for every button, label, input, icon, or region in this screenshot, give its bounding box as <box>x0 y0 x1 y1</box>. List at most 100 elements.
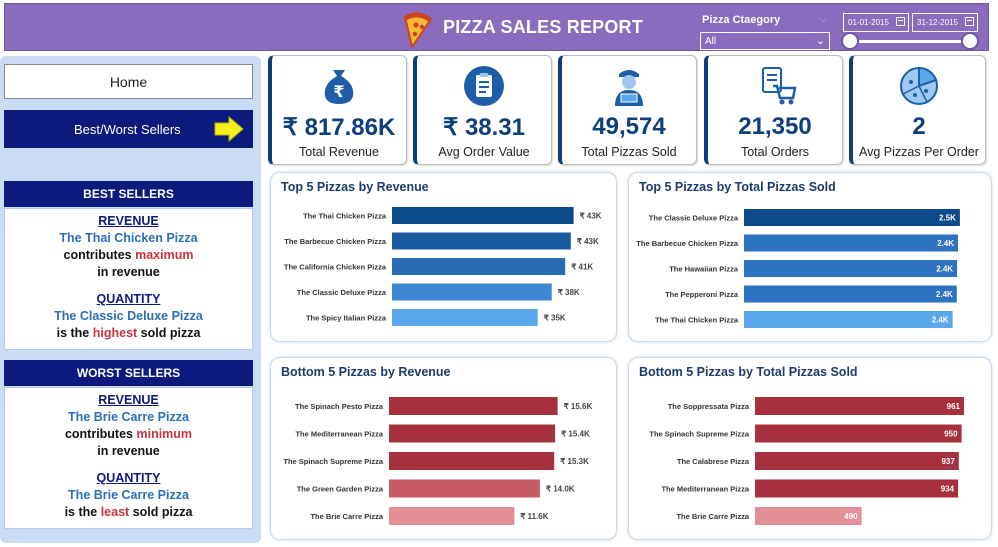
date-from-value: 01-01-2015 <box>848 18 889 27</box>
kpi-total-orders-label: Total Orders <box>740 145 810 159</box>
worst-quantity-highlight: least <box>100 505 130 519</box>
category-label: The Mediterranean Pizza <box>295 430 383 439</box>
best-worst-sellers-button[interactable]: Best/Worst Sellers <box>4 110 253 148</box>
data-label: ₹ 15.6K <box>564 402 593 411</box>
bar[interactable] <box>389 452 555 470</box>
report-header: PIZZA SALES REPORT Pizza Ctaegory ⌵ All … <box>4 3 989 51</box>
data-label: 2.4K <box>932 316 949 325</box>
data-label: ₹ 15.4K <box>561 430 590 439</box>
category-label: The Thai Chicken Pizza <box>655 316 739 325</box>
best-revenue-title: REVENUE <box>98 214 159 228</box>
bar[interactable] <box>744 209 960 226</box>
best-sellers-panel: REVENUE The Thai Chicken Pizza contribut… <box>4 208 253 350</box>
category-label: The Calabrese Pizza <box>677 457 750 466</box>
report-title: PIZZA SALES REPORT <box>443 17 643 37</box>
bar[interactable] <box>744 260 958 277</box>
worst-quantity-title: QUANTITY <box>96 471 161 485</box>
calendar-icon[interactable] <box>896 17 905 26</box>
rupee-bag-icon: ₹ <box>324 70 354 104</box>
category-label: The Classic Deluxe Pizza <box>297 288 387 297</box>
bar[interactable] <box>755 397 964 415</box>
category-filter-value: All <box>705 36 717 47</box>
bar[interactable] <box>392 258 566 275</box>
date-range-start-handle[interactable] <box>841 32 859 50</box>
kpi-total-revenue: ₹ ₹ 817.86K Total Revenue <box>268 55 407 165</box>
bar[interactable] <box>744 285 957 303</box>
chart-top5-revenue: Top 5 Pizzas by Revenue The Thai Chicken… <box>270 172 617 342</box>
category-label: The Brie Carre Pizza <box>676 512 749 521</box>
category-filter-label: Pizza Ctaegory <box>702 14 781 26</box>
bar[interactable] <box>389 507 515 525</box>
bar[interactable] <box>755 479 959 498</box>
home-button[interactable]: Home <box>4 64 253 99</box>
category-filter-select[interactable]: All ⌄ <box>700 32 830 50</box>
date-from-field[interactable]: 01-01-2015 <box>843 13 909 32</box>
best-sellers-heading: BEST SELLERS <box>4 181 253 207</box>
bar[interactable] <box>744 234 958 252</box>
bar[interactable] <box>392 232 571 250</box>
worst-sellers-panel: REVENUE The Brie Carre Pizza contributes… <box>4 387 253 529</box>
data-label: ₹ 43K <box>577 237 599 246</box>
worst-revenue-suffix: in revenue <box>97 444 160 458</box>
category-label: The Thai Chicken Pizza <box>303 212 387 221</box>
data-label: ₹ 41K <box>571 263 593 272</box>
category-label: The Green Garden Pizza <box>297 485 384 494</box>
svg-text:₹: ₹ <box>333 82 344 101</box>
worst-quantity-suffix: sold pizza <box>132 505 193 519</box>
clipboard-icon <box>464 66 504 106</box>
data-label: 2.4K <box>936 290 953 299</box>
best-worst-sellers-label: Best/Worst Sellers <box>74 122 181 137</box>
bar[interactable] <box>744 311 953 328</box>
arrow-right-icon <box>214 115 244 143</box>
bar[interactable] <box>755 424 962 443</box>
kpi-avg-pizzas-per-order-label: Avg Pizzas Per Order <box>859 145 979 159</box>
data-label: 2.4K <box>936 265 953 274</box>
bar[interactable] <box>389 479 540 498</box>
data-label: ₹ 38K <box>558 288 580 297</box>
best-revenue-suffix: in revenue <box>97 265 160 279</box>
filter-collapse-icon[interactable]: ⌵ <box>819 14 827 25</box>
bar[interactable] <box>392 309 538 326</box>
bar-chart-svg: The Classic Deluxe Pizza 2.5K The Barbecue… <box>636 209 960 328</box>
data-label: ₹ 15.3K <box>560 457 589 466</box>
worst-revenue-text: contributes <box>64 427 133 441</box>
kpi-avg-order-value: ₹ 38.31 Avg Order Value <box>413 55 552 165</box>
bar-chart-svg: The Soppressata Pizza 961 The Spinach Supr… <box>649 397 964 525</box>
data-label: ₹ 11.6K <box>520 512 548 521</box>
shopping-cart-icon <box>762 67 797 105</box>
data-label: 934 <box>941 485 955 494</box>
data-label: ₹ 14.0K <box>546 485 575 494</box>
best-revenue-highlight: maximum <box>135 248 194 262</box>
category-label: The Classic Deluxe Pizza <box>649 214 739 223</box>
category-label: The Spinach Supreme Pizza <box>649 430 749 439</box>
kpi-total-pizzas-sold-label: Total Pizzas Sold <box>581 145 677 159</box>
pizza-slice-icon <box>900 66 938 105</box>
kpi-avg-order-value-value: ₹ 38.31 <box>443 114 525 141</box>
bar[interactable] <box>755 452 959 470</box>
category-label: The Spinach Pesto Pizza <box>295 402 384 411</box>
calendar-icon[interactable] <box>965 17 974 26</box>
bar-chart-svg: The Thai Chicken Pizza ₹ 43K The Barbecue … <box>284 207 602 326</box>
category-label: The Barbecue Chicken Pizza <box>284 237 387 246</box>
delivery-person-icon <box>615 70 643 106</box>
bar[interactable] <box>392 283 552 301</box>
data-label: 937 <box>941 457 955 466</box>
chevron-down-icon: ⌄ <box>815 35 825 47</box>
date-to-field[interactable]: 31-12-2015 <box>912 13 978 32</box>
data-label: ₹ 43K <box>580 212 602 221</box>
category-label: The Mediterranean Pizza <box>661 485 749 494</box>
chart-bottom5-quantity: Bottom 5 Pizzas by Total Pizzas Sold The… <box>628 357 992 540</box>
category-label: The Hawaiian Pizza <box>669 265 739 274</box>
bar[interactable] <box>389 424 556 443</box>
date-range-slider-track[interactable] <box>851 40 971 43</box>
bar[interactable] <box>392 207 574 224</box>
category-label: The Spinach Supreme Pizza <box>283 457 383 466</box>
date-range-end-handle[interactable] <box>961 32 979 50</box>
worst-quantity-pizza: The Brie Carre Pizza <box>68 488 189 502</box>
bar[interactable] <box>389 397 558 415</box>
category-label: The California Chicken Pizza <box>284 263 387 272</box>
kpi-total-orders-value: 21,350 <box>738 113 812 140</box>
data-label: 2.5K <box>939 214 956 223</box>
worst-sellers-heading: WORST SELLERS <box>4 360 253 386</box>
best-revenue-pizza: The Thai Chicken Pizza <box>59 231 198 245</box>
